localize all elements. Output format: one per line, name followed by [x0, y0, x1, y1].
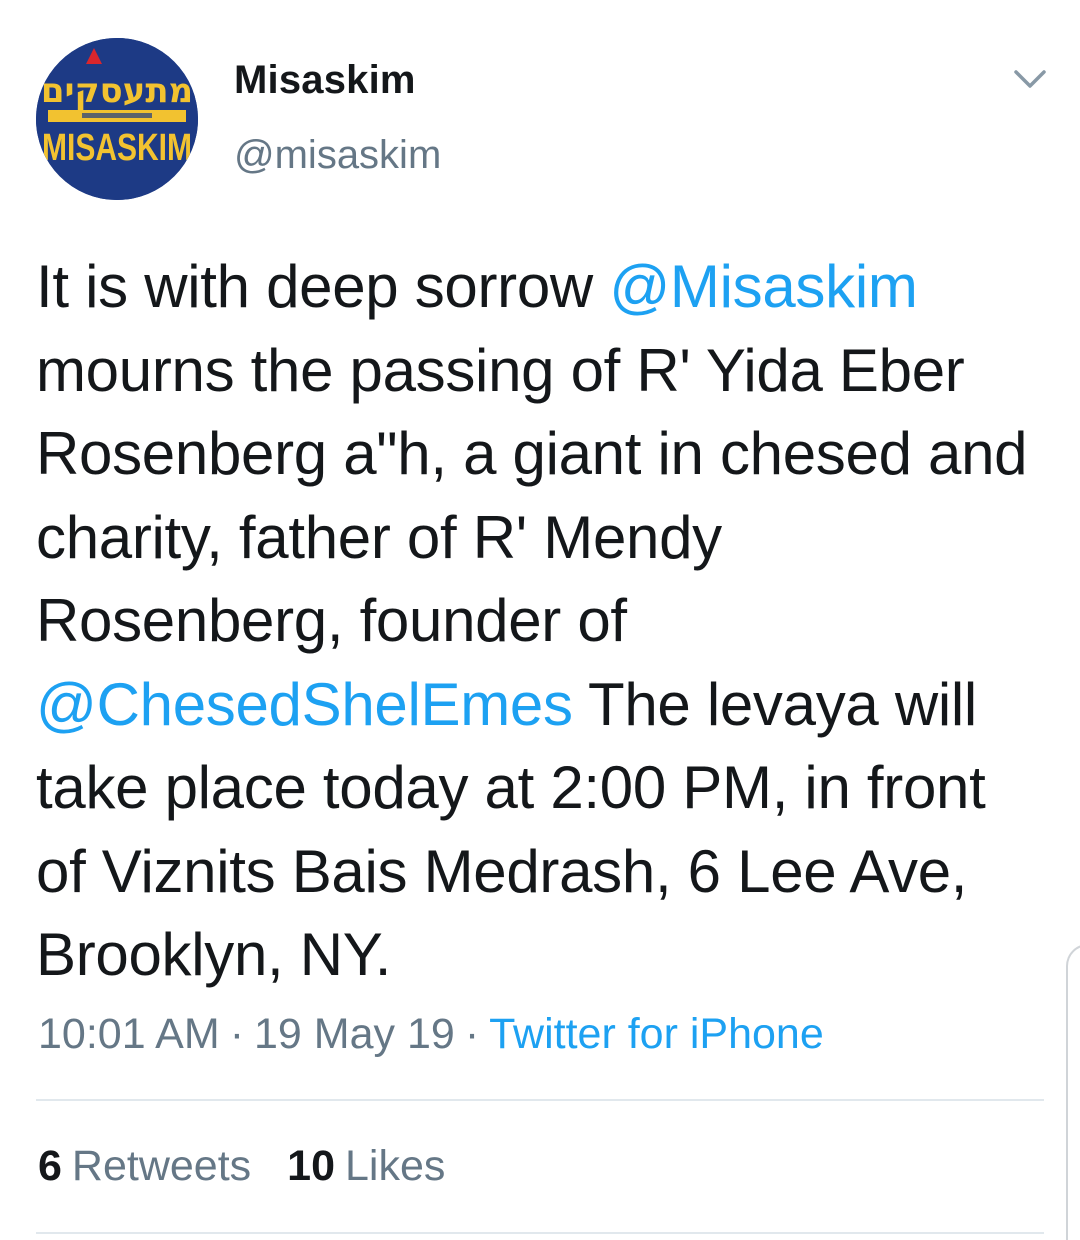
avatar[interactable]: מתעסקים MISASKIM: [36, 38, 198, 200]
tweet-detail: מתעסקים MISASKIM Misaskim @misaskim It i…: [0, 0, 1080, 1240]
retweets-label: Retweets: [71, 1142, 252, 1190]
retweets-stat[interactable]: 6 Retweets: [38, 1142, 251, 1191]
scroll-indicator: [1066, 944, 1080, 1240]
tweet-meta: 10:01 AM · 19 May 19 · Twitter for iPhone: [38, 1010, 824, 1059]
tweet-text: It is with deep sorrow @Misaskim mourns …: [36, 245, 1041, 997]
retweets-count: 6: [38, 1142, 62, 1190]
avatar-latin-text: MISASKIM: [42, 127, 192, 169]
meta-separator: ·: [464, 1010, 480, 1058]
likes-label: Likes: [345, 1142, 446, 1190]
display-name[interactable]: Misaskim: [234, 58, 416, 103]
likes-stat[interactable]: 10 Likes: [287, 1142, 445, 1191]
mention-link-chesedshelemes[interactable]: @ChesedShelEmes: [36, 671, 573, 738]
likes-count: 10: [287, 1142, 336, 1190]
divider: [36, 1099, 1044, 1101]
user-handle[interactable]: @misaskim: [234, 133, 441, 178]
tweet-stats: 6 Retweets 10 Likes: [38, 1142, 481, 1191]
tweet-time: 10:01 AM: [38, 1010, 220, 1058]
tweet-text-segment: mourns the passing of R' Yida Eber Rosen…: [36, 336, 1028, 655]
misaskim-logo-icon: מתעסקים MISASKIM: [36, 38, 198, 200]
chevron-down-icon[interactable]: [1010, 62, 1050, 98]
tweet-date: 19 May 19: [254, 1010, 455, 1058]
tweet-source-link[interactable]: Twitter for iPhone: [489, 1010, 824, 1058]
meta-separator: ·: [229, 1010, 245, 1058]
mention-link-misaskim[interactable]: @Misaskim: [609, 253, 918, 320]
divider: [36, 1232, 1044, 1234]
avatar-hebrew-text: מתעסקים: [41, 71, 193, 111]
tweet-text-segment: It is with deep sorrow: [36, 253, 610, 320]
